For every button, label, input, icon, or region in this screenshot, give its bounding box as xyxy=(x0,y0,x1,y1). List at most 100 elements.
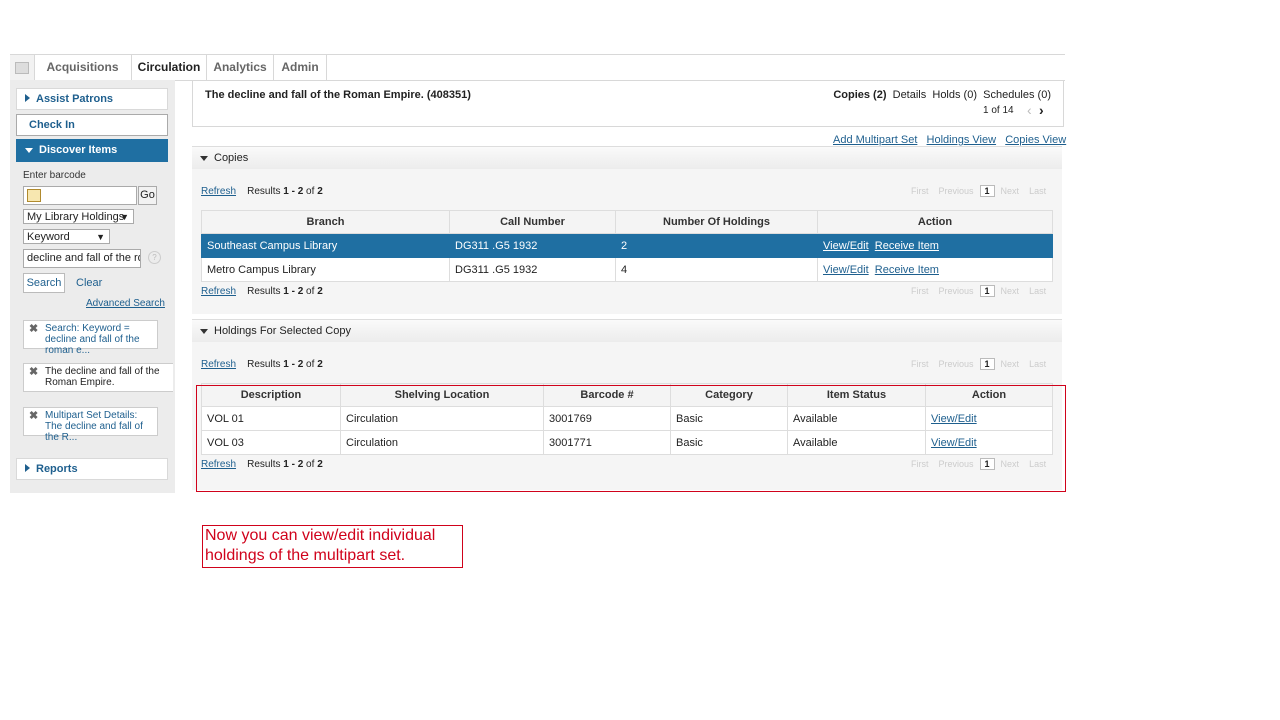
scope-select[interactable]: My Library Holdings ▼ xyxy=(23,209,134,224)
results-range: 1 - 2 xyxy=(283,286,304,297)
chevron-right-icon xyxy=(25,464,30,472)
record-paging: 1 of 14 xyxy=(983,105,1014,116)
tab-details[interactable]: Details xyxy=(893,89,927,101)
table-row[interactable]: Southeast Campus Library DG311 .G5 1932 … xyxy=(201,233,1053,258)
search-button[interactable]: Search xyxy=(23,273,65,293)
receive-item-link[interactable]: Receive Item xyxy=(875,264,939,276)
previous-page-link[interactable]: Previous xyxy=(939,359,974,369)
column-header[interactable]: Action xyxy=(817,210,1053,234)
page-title: The decline and fall of the Roman Empire… xyxy=(205,89,471,101)
advanced-search-link[interactable]: Advanced Search xyxy=(86,298,165,309)
book-icon xyxy=(27,189,41,202)
page-number[interactable]: 1 xyxy=(979,285,995,297)
page-number[interactable]: 1 xyxy=(979,185,995,197)
copies-section-title: Copies xyxy=(214,152,249,164)
item-view-tabs: Copies (2) Details Holds (0) Schedules (… xyxy=(833,89,1051,101)
results-of: of xyxy=(303,186,318,197)
holdings-section-title: Holdings For Selected Copy xyxy=(214,325,351,337)
item-header-panel: The decline and fall of the Roman Empire… xyxy=(192,80,1064,127)
tab-circulation[interactable]: Circulation xyxy=(132,55,207,80)
remove-filter-icon[interactable]: ✖ xyxy=(29,324,38,335)
results-of: of xyxy=(303,286,318,297)
copies-section-header[interactable]: Copies xyxy=(192,146,1062,169)
view-edit-link[interactable]: View/Edit xyxy=(823,264,869,276)
chevron-down-icon xyxy=(25,147,33,153)
holdings-top-pager: First Previous 1 Next Last xyxy=(911,358,1046,370)
results-total: 2 xyxy=(317,186,323,197)
search-input[interactable]: decline and fall of the ron xyxy=(23,249,141,268)
first-page-link[interactable]: First xyxy=(911,186,929,196)
first-page-link[interactable]: First xyxy=(911,359,929,369)
refresh-link[interactable]: Refresh xyxy=(201,359,236,370)
scope-select-value: My Library Holdings xyxy=(27,211,125,223)
view-edit-link[interactable]: View/Edit xyxy=(823,240,869,252)
previous-record-icon[interactable]: ‹ xyxy=(1027,102,1032,118)
reports-label: Reports xyxy=(36,463,78,475)
add-multipart-set-link[interactable]: Add Multipart Set xyxy=(833,134,917,146)
chevron-down-icon xyxy=(200,328,208,334)
page-number[interactable]: 1 xyxy=(979,358,995,370)
filter-label: Multipart Set Details: The decline and f… xyxy=(45,410,143,443)
next-page-link[interactable]: Next xyxy=(1001,286,1020,296)
last-page-link[interactable]: Last xyxy=(1029,286,1046,296)
dropdown-arrow-icon: ▼ xyxy=(120,212,129,222)
multipart-filter-chip: ✖ Multipart Set Details: The decline and … xyxy=(23,407,158,443)
chevron-down-icon xyxy=(200,155,208,161)
reports-section[interactable]: Reports xyxy=(16,458,168,480)
last-page-link[interactable]: Last xyxy=(1029,186,1046,196)
results-prefix: Results xyxy=(247,359,284,370)
next-record-icon[interactable]: › xyxy=(1039,102,1044,118)
next-page-link[interactable]: Next xyxy=(1001,186,1020,196)
help-icon[interactable]: ? xyxy=(148,251,161,264)
tab-schedules[interactable]: Schedules (0) xyxy=(983,89,1051,101)
column-header[interactable]: Number Of Holdings xyxy=(615,210,818,234)
tab-admin[interactable]: Admin xyxy=(274,55,327,80)
first-page-link[interactable]: First xyxy=(911,286,929,296)
assist-patrons-section[interactable]: Assist Patrons xyxy=(16,88,168,110)
column-header[interactable]: Call Number xyxy=(449,210,616,234)
filter-label: Search: Keyword = decline and fall of th… xyxy=(45,323,140,356)
receive-item-link[interactable]: Receive Item xyxy=(875,240,939,252)
check-in-label: Check In xyxy=(29,119,75,131)
tab-copies[interactable]: Copies (2) xyxy=(833,89,886,101)
sidebar: Assist Patrons Check In Discover Items E… xyxy=(10,80,175,493)
table-header-row: Branch Call Number Number Of Holdings Ac… xyxy=(201,210,1053,234)
discover-items-header[interactable]: Discover Items xyxy=(16,139,168,162)
refresh-link[interactable]: Refresh xyxy=(201,286,236,297)
clear-link[interactable]: Clear xyxy=(76,277,102,289)
next-page-link[interactable]: Next xyxy=(1001,359,1020,369)
call-number-cell: DG311 .G5 1932 xyxy=(449,233,616,258)
branch-cell: Metro Campus Library xyxy=(201,257,450,282)
copies-top-results: Refresh Results 1 - 2 of 2 xyxy=(201,186,323,197)
tab-holds[interactable]: Holds (0) xyxy=(932,89,977,101)
search-type-select[interactable]: Keyword ▼ xyxy=(23,229,110,244)
copies-table: Branch Call Number Number Of Holdings Ac… xyxy=(201,210,1053,282)
remove-filter-icon[interactable]: ✖ xyxy=(29,411,38,422)
tab-acquisitions[interactable]: Acquisitions xyxy=(34,55,132,80)
results-prefix: Results xyxy=(247,186,284,197)
results-range: 1 - 2 xyxy=(283,186,304,197)
results-total: 2 xyxy=(317,286,323,297)
copies-top-pager: First Previous 1 Next Last xyxy=(911,185,1046,197)
holdings-view-link[interactable]: Holdings View xyxy=(927,134,997,146)
collapse-sidebar-icon[interactable] xyxy=(10,55,35,80)
check-in-button[interactable]: Check In xyxy=(16,114,168,136)
search-type-value: Keyword xyxy=(27,231,70,243)
previous-page-link[interactable]: Previous xyxy=(939,286,974,296)
results-prefix: Results xyxy=(247,286,284,297)
column-header[interactable]: Branch xyxy=(201,210,450,234)
table-row[interactable]: Metro Campus Library DG311 .G5 1932 4 Vi… xyxy=(201,257,1053,282)
results-total: 2 xyxy=(317,359,323,370)
refresh-link[interactable]: Refresh xyxy=(201,186,236,197)
barcode-input[interactable] xyxy=(23,186,137,205)
remove-filter-icon[interactable]: ✖ xyxy=(29,367,38,378)
top-nav-bar: Acquisitions Circulation Analytics Admin xyxy=(10,54,1065,81)
go-button[interactable]: Go xyxy=(138,186,157,205)
previous-page-link[interactable]: Previous xyxy=(939,186,974,196)
holdings-section-header[interactable]: Holdings For Selected Copy xyxy=(192,319,1062,342)
tab-analytics[interactable]: Analytics xyxy=(207,55,274,80)
highlight-box xyxy=(196,385,1066,492)
last-page-link[interactable]: Last xyxy=(1029,359,1046,369)
holdings-top-results: Refresh Results 1 - 2 of 2 xyxy=(201,359,323,370)
copies-view-link[interactable]: Copies View xyxy=(1005,134,1066,146)
